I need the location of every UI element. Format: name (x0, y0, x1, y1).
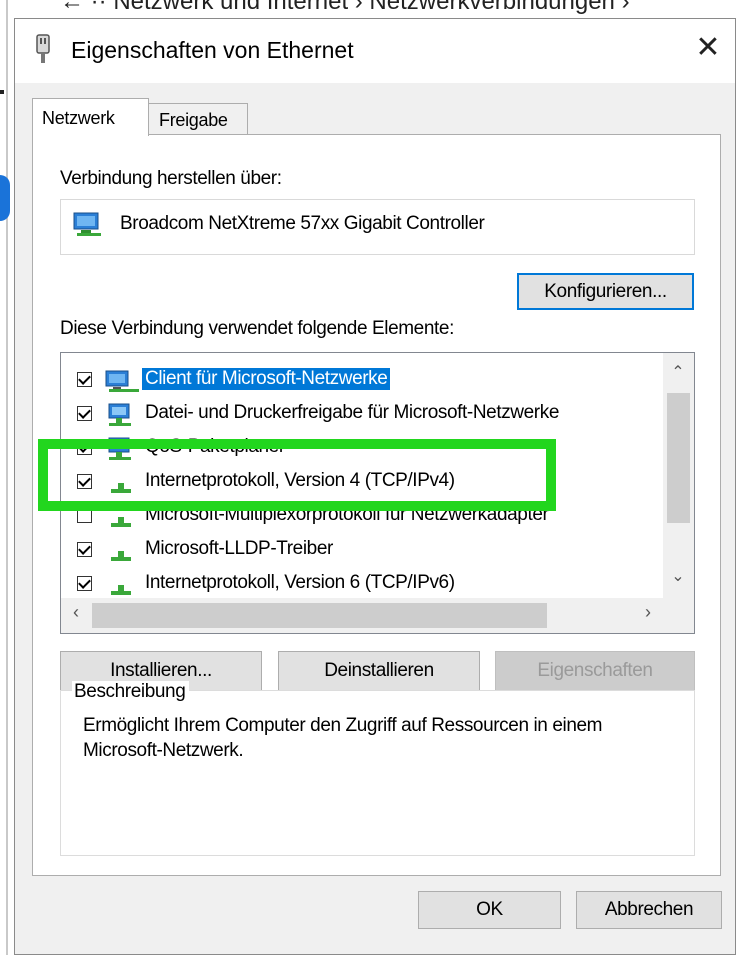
adapter-name: Broadcom NetXtreme 57xx Gigabit Controll… (120, 213, 485, 234)
background-window-strip: ← ·· Netzwerk und Internet › Netzwerkver… (0, 0, 740, 18)
dialog-title: Eigenschaften von Ethernet (71, 37, 354, 63)
uninstall-button[interactable]: Deinstallieren (278, 651, 480, 691)
background-breadcrumb: ← ·· Netzwerk und Internet › Netzwerkver… (60, 0, 630, 15)
network-client-icon (105, 370, 139, 392)
ok-button[interactable]: OK (418, 891, 561, 929)
list-item-label: Datei- und Druckerfreigabe für Microsoft… (145, 402, 559, 423)
connect-via-label: Verbindung herstellen über: (60, 168, 282, 189)
vertical-scroll-thumb[interactable] (667, 393, 690, 523)
protocol-icon (111, 551, 131, 561)
horizontal-scroll-thumb[interactable] (92, 603, 547, 628)
list-item-label: Microsoft-LLDP-Treiber (145, 538, 333, 559)
highlight-annotation (38, 439, 556, 511)
scroll-up-icon[interactable]: ⌃ (665, 362, 691, 386)
configure-button[interactable]: Konfigurieren... (517, 273, 694, 310)
checkbox[interactable] (77, 542, 92, 557)
properties-button[interactable]: Eigenschaften (495, 651, 695, 691)
background-dot (0, 90, 4, 94)
list-item[interactable]: Microsoft-LLDP-Treiber (61, 533, 666, 567)
description-text: Ermöglicht Ihrem Computer den Zugriff au… (83, 715, 603, 761)
network-service-icon (108, 403, 131, 426)
list-item-label: Internetprotokoll, Version 6 (TCP/IPv6) (145, 572, 455, 593)
list-item[interactable]: Client für Microsoft-Netzwerke (61, 363, 666, 397)
list-item-label: Client für Microsoft-Netzwerke (142, 368, 391, 390)
protocol-icon (111, 585, 131, 595)
tab-freigabe[interactable]: Freigabe (148, 103, 248, 135)
cancel-button[interactable]: Abbrechen (576, 891, 722, 929)
scroll-left-icon[interactable]: ‹ (64, 602, 88, 628)
ethernet-connector-icon (36, 34, 50, 63)
elements-label: Diese Verbindung verwendet folgende Elem… (60, 318, 454, 339)
checkbox[interactable] (77, 406, 92, 421)
checkbox[interactable] (77, 372, 92, 387)
checkbox[interactable] (77, 576, 92, 591)
description-legend: Beschreibung (72, 681, 190, 703)
list-item[interactable]: Internetprotokoll, Version 6 (TCP/IPv6) (61, 567, 666, 601)
tab-netzwerk[interactable]: Netzwerk (32, 98, 149, 136)
background-accent-marker (0, 175, 10, 221)
list-item[interactable]: Datei- und Druckerfreigabe für Microsoft… (61, 397, 666, 431)
scroll-down-icon[interactable]: ⌄ (665, 566, 691, 590)
close-button[interactable]: ✕ (690, 30, 726, 66)
network-adapter-icon (73, 212, 101, 236)
background-window-edge (6, 0, 8, 955)
scroll-right-icon[interactable]: › (636, 602, 660, 628)
